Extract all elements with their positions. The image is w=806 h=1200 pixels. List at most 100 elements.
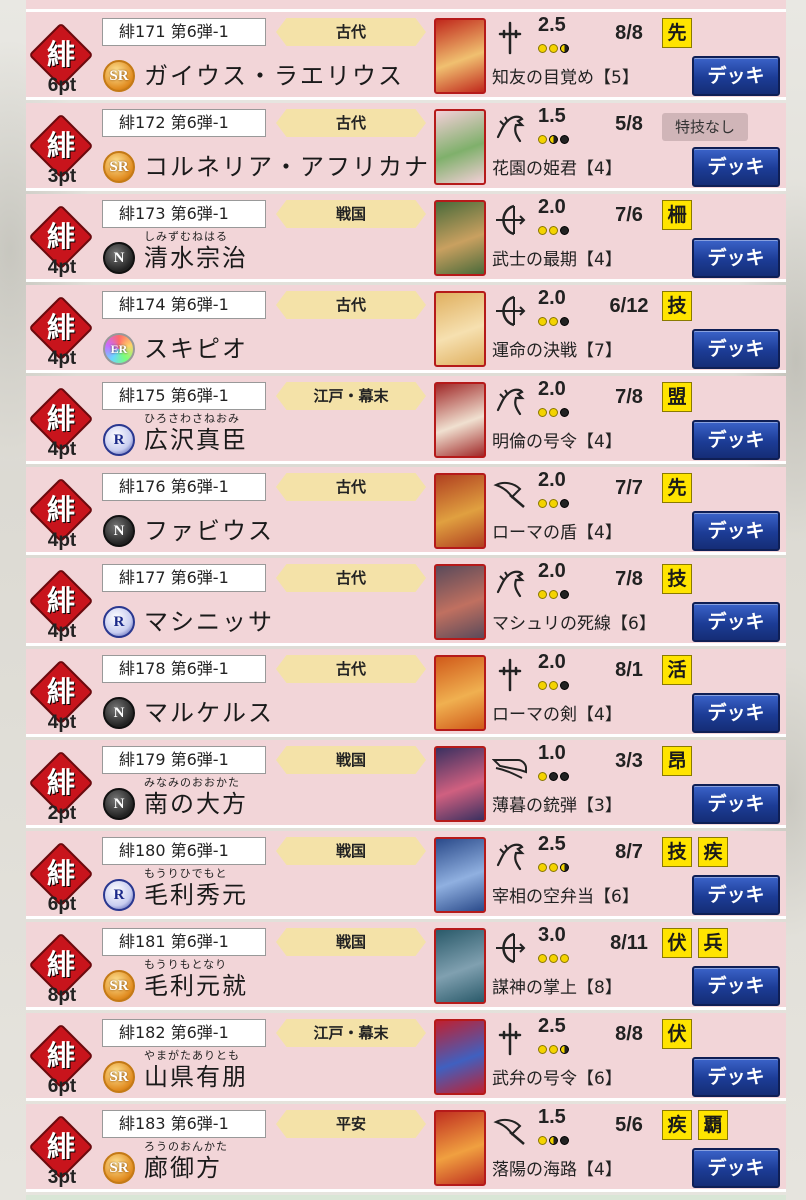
card-code: 緋183 第6弾-1 — [102, 1110, 266, 1138]
strategy-name: マシュリの死線【6】 — [492, 614, 656, 634]
card-row[interactable]: 緋 3pt 緋183 第6弾-1 平安 SR ろうのおんかた 廊御方 1.5 5/6 疾覇落陽の海… — [26, 1104, 786, 1192]
cost-value: 2.0 — [538, 560, 566, 582]
rarity-icon: N — [103, 788, 135, 820]
deck-button[interactable]: デッキ — [692, 329, 780, 369]
card-row[interactable]: 緋 6pt 緋171 第6弾-1 古代 SR ガイウス・ラエリウス 2.5 8/8 先知友の目覚… — [26, 12, 786, 100]
cost-value: 2.5 — [538, 833, 566, 855]
strategy-name: 運命の決戦【7】 — [492, 341, 622, 361]
card-art-thumbnail[interactable] — [434, 109, 486, 185]
spear-icon — [492, 1021, 528, 1057]
card-row[interactable]: 緋 8pt 緋181 第6弾-1 戦国 SR もうりもとなり 毛利元就 3.0 8/11 伏兵謀神… — [26, 922, 786, 1010]
card-list[interactable]: 緋 6pt 緋171 第6弾-1 古代 SR ガイウス・ラエリウス 2.5 8/8 先知友の目覚… — [26, 0, 786, 1200]
force-intellect: 7/8 — [615, 386, 643, 408]
card-row-partial-top — [26, 0, 786, 12]
cost-value: 2.5 — [538, 14, 566, 36]
deck-button[interactable]: デッキ — [692, 147, 780, 187]
cost-dot — [549, 226, 558, 235]
deck-button[interactable]: デッキ — [692, 966, 780, 1006]
cost-value: 1.5 — [538, 105, 566, 127]
cost-dot — [549, 954, 558, 963]
card-code: 緋176 第6弾-1 — [102, 473, 266, 501]
card-name: ガイウス・ラエリウス — [144, 62, 404, 90]
force-intellect: 7/8 — [615, 568, 643, 590]
force-intellect: 5/6 — [615, 1114, 643, 1136]
trait-tag: 伏 — [662, 1019, 692, 1049]
deck-button[interactable]: デッキ — [692, 1148, 780, 1188]
deck-button[interactable]: デッキ — [692, 784, 780, 824]
card-art-thumbnail[interactable] — [434, 1110, 486, 1186]
deck-button[interactable]: デッキ — [692, 420, 780, 460]
card-art-thumbnail[interactable] — [434, 564, 486, 640]
cost-dot — [560, 954, 569, 963]
cost-dot — [538, 863, 547, 872]
cost-dot — [560, 408, 569, 417]
card-name: スキピオ — [144, 335, 248, 363]
cost-dots — [538, 675, 588, 690]
cost-dots — [538, 38, 588, 53]
rarity-icon: SR — [103, 60, 135, 92]
cost-dots — [538, 402, 588, 417]
deck-button[interactable]: デッキ — [692, 238, 780, 278]
trait-tag: 先 — [662, 473, 692, 503]
point-value: 3pt — [47, 166, 77, 187]
cost-dot — [560, 317, 569, 326]
cost-dot — [560, 681, 569, 690]
axe-icon — [492, 475, 528, 511]
card-art-thumbnail[interactable] — [434, 473, 486, 549]
badge-char: 緋 — [46, 766, 75, 799]
deck-button[interactable]: デッキ — [692, 56, 780, 96]
card-art-thumbnail[interactable] — [434, 291, 486, 367]
strategy-name: 薄暮の銃弾【3】 — [492, 796, 622, 816]
trait-tag: 技 — [662, 291, 692, 321]
card-art-thumbnail[interactable] — [434, 928, 486, 1004]
era-label: 戦国 — [276, 746, 426, 774]
bow-icon — [492, 293, 528, 329]
point-value: 8pt — [47, 985, 77, 1006]
cost-dots — [538, 1130, 588, 1145]
trait-tag: 兵 — [698, 928, 728, 958]
cost-dot — [549, 135, 558, 144]
cost-value: 1.0 — [538, 742, 566, 764]
era-label: 古代 — [276, 655, 426, 683]
card-art-thumbnail[interactable] — [434, 655, 486, 731]
card-art-thumbnail[interactable] — [434, 746, 486, 822]
force-intellect: 8/11 — [610, 932, 648, 954]
card-art-thumbnail[interactable] — [434, 382, 486, 458]
strategy-name: 謀神の掌上【8】 — [492, 978, 622, 998]
deck-button[interactable]: デッキ — [692, 602, 780, 642]
cost-dot — [549, 317, 558, 326]
axe-icon — [492, 1112, 528, 1148]
card-row[interactable]: 緋 4pt 緋175 第6弾-1 江戸・幕末 R ひろさわさねおみ 広沢真臣 2.0 7/8 盟明… — [26, 376, 786, 464]
card-art-thumbnail[interactable] — [434, 1019, 486, 1095]
deck-button[interactable]: デッキ — [692, 511, 780, 551]
rarity-icon: N — [103, 242, 135, 274]
deck-button[interactable]: デッキ — [692, 693, 780, 733]
card-row[interactable]: 緋 4pt 緋176 第6弾-1 古代 N ファビウス 2.0 7/7 先ローマの盾【4】 デッキ — [26, 467, 786, 555]
card-row[interactable]: 緋 6pt 緋182 第6弾-1 江戸・幕末 SR やまがたありとも 山県有朋 2.5 8/8 伏… — [26, 1013, 786, 1101]
card-art-thumbnail[interactable] — [434, 837, 486, 913]
card-art-thumbnail[interactable] — [434, 18, 486, 94]
card-row[interactable]: 緋 6pt 緋180 第6弾-1 戦国 R もうりひでもと 毛利秀元 2.5 8/7 技疾宰相の空… — [26, 831, 786, 919]
card-row[interactable]: 緋 4pt 緋173 第6弾-1 戦国 N しみずむねはる 清水宗治 2.0 7/6 柵武士の最期… — [26, 194, 786, 282]
trait-tag: 伏 — [662, 928, 692, 958]
card-row[interactable]: 緋 4pt 緋174 第6弾-1 古代 ER スキピオ 2.0 6/12 技運命の決戦【7】 デッ… — [26, 285, 786, 373]
deck-button[interactable]: デッキ — [692, 875, 780, 915]
cost-dot — [549, 499, 558, 508]
cost-dot — [560, 1045, 569, 1054]
card-art-thumbnail[interactable] — [434, 200, 486, 276]
card-row[interactable]: 緋 2pt 緋179 第6弾-1 戦国 N みなみのおおかた 南の大方 1.0 3/3 昂薄暮の銃… — [26, 740, 786, 828]
card-row[interactable]: 緋 4pt 緋178 第6弾-1 古代 N マルケルス 2.0 8/1 活ローマの剣【4】 デッキ — [26, 649, 786, 737]
era-label: 江戸・幕末 — [276, 1019, 426, 1047]
force-intellect: 7/6 — [615, 204, 643, 226]
no-trait-label: 特技なし — [662, 113, 748, 141]
trait-tag: 昂 — [662, 746, 692, 776]
cost-dots — [538, 584, 588, 599]
deck-button[interactable]: デッキ — [692, 1057, 780, 1097]
cost-value: 2.0 — [538, 287, 566, 309]
cost-dots — [538, 857, 588, 872]
card-code: 緋180 第6弾-1 — [102, 837, 266, 865]
card-row[interactable]: 緋 3pt 緋172 第6弾-1 古代 SR コルネリア・アフリカナ 1.5 5/8 特技なし花… — [26, 103, 786, 191]
card-row[interactable]: 緋 4pt 緋177 第6弾-1 古代 R マシニッサ 2.0 7/8 技マシュリの死線【6】 デ… — [26, 558, 786, 646]
cost-dots — [538, 129, 588, 144]
cost-dot — [549, 1045, 558, 1054]
